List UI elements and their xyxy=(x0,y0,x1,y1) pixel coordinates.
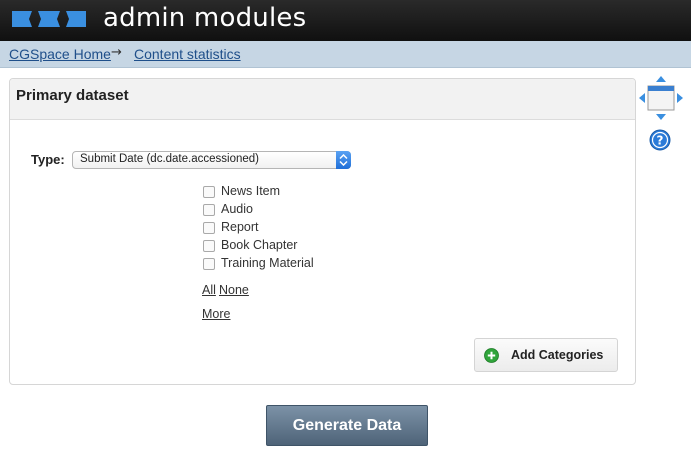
generate-data-label: Generate Data xyxy=(292,417,402,434)
type-select-value: Submit Date (dc.date.accessioned) xyxy=(80,153,259,165)
move-panel-icon[interactable] xyxy=(638,75,684,121)
svg-text:?: ? xyxy=(657,134,664,148)
checkbox-row[interactable]: Report xyxy=(202,219,402,237)
checkbox-row[interactable]: Book Chapter xyxy=(202,237,402,255)
breadcrumb-separator: → xyxy=(111,45,122,60)
checkbox[interactable] xyxy=(203,240,215,252)
app-title: admin modules xyxy=(103,3,307,33)
checkbox-label: News Item xyxy=(221,184,281,198)
panel-header: Primary dataset xyxy=(10,79,635,120)
type-select[interactable]: Submit Date (dc.date.accessioned) xyxy=(72,151,351,169)
checkbox[interactable] xyxy=(203,204,215,216)
add-categories-button[interactable]: Add Categories xyxy=(474,338,618,372)
checkbox-row[interactable]: Training Material xyxy=(202,255,402,273)
checkbox-label: Report xyxy=(221,220,259,234)
more-link[interactable]: More xyxy=(202,307,230,321)
checkbox-label: Audio xyxy=(221,202,253,216)
primary-dataset-panel: Primary dataset Type: Submit Date (dc.da… xyxy=(9,78,636,385)
category-checkbox-list: News Item Audio Report Book Chapter Trai… xyxy=(202,183,402,273)
select-arrows-icon xyxy=(336,151,351,169)
checkbox-row[interactable]: Audio xyxy=(202,201,402,219)
checkbox-label: Book Chapter xyxy=(221,238,298,252)
select-all-link[interactable]: All xyxy=(202,283,216,297)
top-bar: admin modules xyxy=(0,0,691,41)
generate-data-button[interactable]: Generate Data xyxy=(266,405,428,446)
breadcrumb-home-link[interactable]: CGSpace Home xyxy=(9,46,111,62)
panel-title: Primary dataset xyxy=(16,87,129,104)
add-categories-label: Add Categories xyxy=(511,348,604,362)
checkbox-row[interactable]: News Item xyxy=(202,183,402,201)
help-icon[interactable]: ? xyxy=(649,129,671,151)
checkbox[interactable] xyxy=(203,186,215,198)
type-label: Type: xyxy=(31,152,65,167)
plus-circle-icon xyxy=(484,348,499,363)
checkbox[interactable] xyxy=(203,258,215,270)
breadcrumb: CGSpace Home → Content statistics xyxy=(0,41,691,68)
breadcrumb-content-statistics-link[interactable]: Content statistics xyxy=(134,46,241,62)
checkbox-label: Training Material xyxy=(221,256,314,270)
cgspace-logo-icon[interactable] xyxy=(10,8,88,30)
checkbox[interactable] xyxy=(203,222,215,234)
select-none-link[interactable]: None xyxy=(219,283,249,297)
